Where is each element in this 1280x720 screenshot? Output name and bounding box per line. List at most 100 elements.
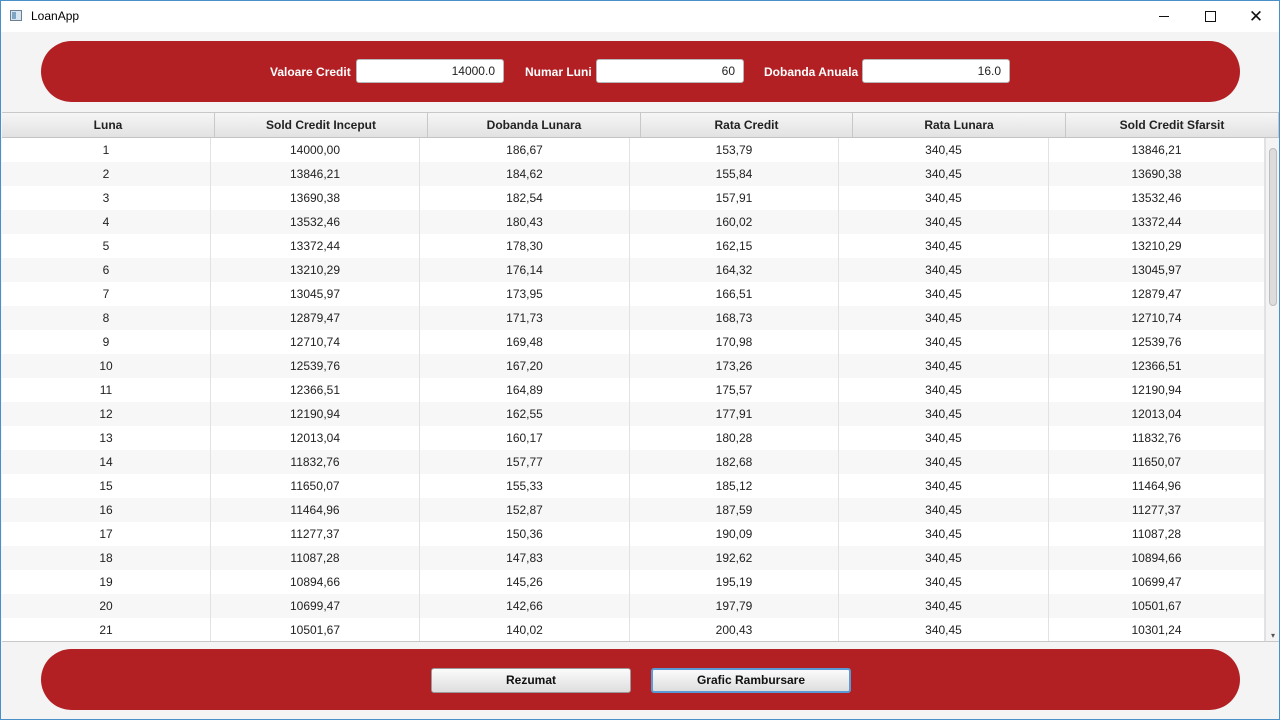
table-cell: 10699,47	[1049, 570, 1265, 594]
valoare-credit-input[interactable]	[356, 59, 504, 83]
table-cell: 192,62	[630, 546, 839, 570]
table-cell: 5	[2, 234, 211, 258]
table-cell: 11832,76	[211, 450, 420, 474]
table-cell: 340,45	[839, 162, 1049, 186]
table-cell: 13210,29	[211, 258, 420, 282]
table-cell: 4	[2, 210, 211, 234]
table-cell: 340,45	[839, 546, 1049, 570]
app-icon	[10, 10, 22, 21]
dobanda-anuala-input[interactable]	[862, 59, 1010, 83]
close-button[interactable]: ✕	[1233, 1, 1279, 32]
table-row[interactable]: 16 11464,96 152,87 187,59 340,45 11277,37	[2, 498, 1265, 522]
table-cell: 200,43	[630, 618, 839, 641]
table-cell: 187,59	[630, 498, 839, 522]
maximize-button[interactable]	[1187, 1, 1233, 32]
table-cell: 340,45	[839, 306, 1049, 330]
table-row[interactable]: 20 10699,47 142,66 197,79 340,45 10501,67	[2, 594, 1265, 618]
minimize-icon	[1159, 16, 1169, 17]
table-cell: 340,45	[839, 258, 1049, 282]
table-cell: 10894,66	[1049, 546, 1265, 570]
table-cell: 155,84	[630, 162, 839, 186]
table-cell: 12710,74	[211, 330, 420, 354]
dobanda-anuala-label: Dobanda Anuala	[764, 65, 859, 79]
table-row[interactable]: 8 12879,47 171,73 168,73 340,45 12710,74	[2, 306, 1265, 330]
scroll-thumb[interactable]	[1269, 148, 1277, 306]
table-row[interactable]: 11 12366,51 164,89 175,57 340,45 12190,94	[2, 378, 1265, 402]
table-row[interactable]: 4 13532,46 180,43 160,02 340,45 13372,44	[2, 210, 1265, 234]
scroll-down-icon[interactable]: ▾	[1269, 632, 1277, 640]
column-header[interactable]: Sold Credit Sfarsit	[1066, 113, 1279, 137]
app-window: LoanApp ✕ Valoare Credit Numar Luni Doba…	[0, 0, 1280, 720]
table-cell: 10301,24	[1049, 618, 1265, 641]
table-cell: 140,02	[420, 618, 630, 641]
table-cell: 13690,38	[1049, 162, 1265, 186]
table-cell: 21	[2, 618, 211, 641]
table-row[interactable]: 10 12539,76 167,20 173,26 340,45 12366,51	[2, 354, 1265, 378]
rezumat-button[interactable]: Rezumat	[431, 668, 631, 693]
table-cell: 14	[2, 450, 211, 474]
column-header[interactable]: Sold Credit Inceput	[215, 113, 428, 137]
table-row[interactable]: 3 13690,38 182,54 157,91 340,45 13532,46	[2, 186, 1265, 210]
table-cell: 162,55	[420, 402, 630, 426]
table-cell: 155,33	[420, 474, 630, 498]
table-cell: 340,45	[839, 330, 1049, 354]
amortization-table[interactable]: Luna Sold Credit Inceput Dobanda Lunara Rat…	[2, 112, 1279, 642]
table-cell: 340,45	[839, 498, 1049, 522]
table-cell: 180,28	[630, 426, 839, 450]
column-header[interactable]: Luna	[2, 113, 215, 137]
table-cell: 167,20	[420, 354, 630, 378]
table-row[interactable]: 19 10894,66 145,26 195,19 340,45 10699,47	[2, 570, 1265, 594]
table-cell: 340,45	[839, 138, 1049, 162]
column-header[interactable]: Rata Lunara	[853, 113, 1066, 137]
grafic-rambursare-button[interactable]: Grafic Rambursare	[651, 668, 851, 693]
table-cell: 10894,66	[211, 570, 420, 594]
table-cell: 170,98	[630, 330, 839, 354]
table-cell: 16	[2, 498, 211, 522]
table-cell: 180,43	[420, 210, 630, 234]
table-cell: 13372,44	[1049, 210, 1265, 234]
table-cell: 160,17	[420, 426, 630, 450]
table-row[interactable]: 13 12013,04 160,17 180,28 340,45 11832,76	[2, 426, 1265, 450]
table-cell: 186,67	[420, 138, 630, 162]
table-cell: 169,48	[420, 330, 630, 354]
table-cell: 11650,07	[211, 474, 420, 498]
table-row[interactable]: 14 11832,76 157,77 182,68 340,45 11650,07	[2, 450, 1265, 474]
table-cell: 182,68	[630, 450, 839, 474]
table-cell: 195,19	[630, 570, 839, 594]
table-cell: 11	[2, 378, 211, 402]
table-cell: 340,45	[839, 426, 1049, 450]
table-cell: 12539,76	[211, 354, 420, 378]
table-row[interactable]: 17 11277,37 150,36 190,09 340,45 11087,28	[2, 522, 1265, 546]
table-row[interactable]: 9 12710,74 169,48 170,98 340,45 12539,76	[2, 330, 1265, 354]
table-cell: 176,14	[420, 258, 630, 282]
table-row[interactable]: 1 14000,00 186,67 153,79 340,45 13846,21	[2, 138, 1265, 162]
table-row[interactable]: 15 11650,07 155,33 185,12 340,45 11464,96	[2, 474, 1265, 498]
table-row[interactable]: 2 13846,21 184,62 155,84 340,45 13690,38	[2, 162, 1265, 186]
table-cell: 18	[2, 546, 211, 570]
table-cell: 11650,07	[1049, 450, 1265, 474]
column-header[interactable]: Dobanda Lunara	[428, 113, 641, 137]
title-bar[interactable]: LoanApp ✕	[1, 1, 1279, 32]
table-cell: 7	[2, 282, 211, 306]
minimize-button[interactable]	[1141, 1, 1187, 32]
table-row[interactable]: 5 13372,44 178,30 162,15 340,45 13210,29	[2, 234, 1265, 258]
table-cell: 12879,47	[211, 306, 420, 330]
table-cell: 157,77	[420, 450, 630, 474]
table-row[interactable]: 18 11087,28 147,83 192,62 340,45 10894,66	[2, 546, 1265, 570]
table-cell: 12	[2, 402, 211, 426]
table-row[interactable]: 21 10501,67 140,02 200,43 340,45 10301,24	[2, 618, 1265, 641]
table-cell: 168,73	[630, 306, 839, 330]
numar-luni-input[interactable]	[596, 59, 744, 83]
action-bar: Rezumat Grafic Rambursare	[41, 649, 1240, 710]
table-cell: 19	[2, 570, 211, 594]
column-header[interactable]: Rata Credit	[641, 113, 853, 137]
table-row[interactable]: 7 13045,97 173,95 166,51 340,45 12879,47	[2, 282, 1265, 306]
table-row[interactable]: 6 13210,29 176,14 164,32 340,45 13045,97	[2, 258, 1265, 282]
table-cell: 20	[2, 594, 211, 618]
table-header: Luna Sold Credit Inceput Dobanda Lunara Rat…	[2, 113, 1279, 138]
table-cell: 340,45	[839, 570, 1049, 594]
table-cell: 147,83	[420, 546, 630, 570]
table-row[interactable]: 12 12190,94 162,55 177,91 340,45 12013,04	[2, 402, 1265, 426]
table-cell: 157,91	[630, 186, 839, 210]
vertical-scrollbar[interactable]: ▾	[1265, 138, 1279, 641]
